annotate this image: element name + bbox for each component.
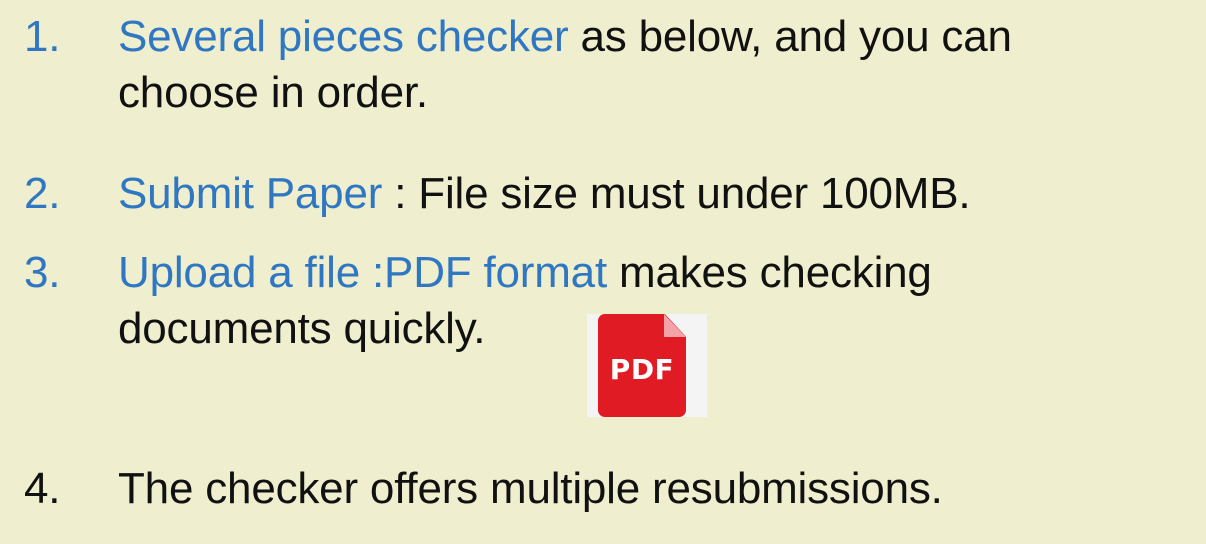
item-rest: as below, and you can [568,12,1012,61]
item-text: Upload a file :PDF format makes checking… [118,245,932,357]
item-highlight: Several pieces checker [118,12,569,61]
item-rest: makes checking [606,248,932,297]
item-number: 4. [24,464,61,513]
pdf-icon-label: PDF [609,353,675,386]
item-text: Submit Paper : File size must under 100M… [118,166,971,222]
pdf-file-icon: PDF [587,314,707,417]
item-rest: : File size must under 100MB. [382,169,971,218]
item-line2: documents quickly. [118,304,486,353]
item-text: The checker offers multiple resubmission… [118,464,943,513]
item-number: 2. [24,169,61,218]
item-number: 1. [24,12,61,61]
item-number: 3. [24,248,61,297]
item-highlight: Submit Paper [118,169,383,218]
item-line2: choose in order. [118,68,428,117]
slide: 1. Several pieces checker as below, and … [0,0,1206,544]
item-text: Several pieces checker as below, and you… [118,9,1012,121]
item-highlight: Upload a file :PDF format [118,248,607,297]
